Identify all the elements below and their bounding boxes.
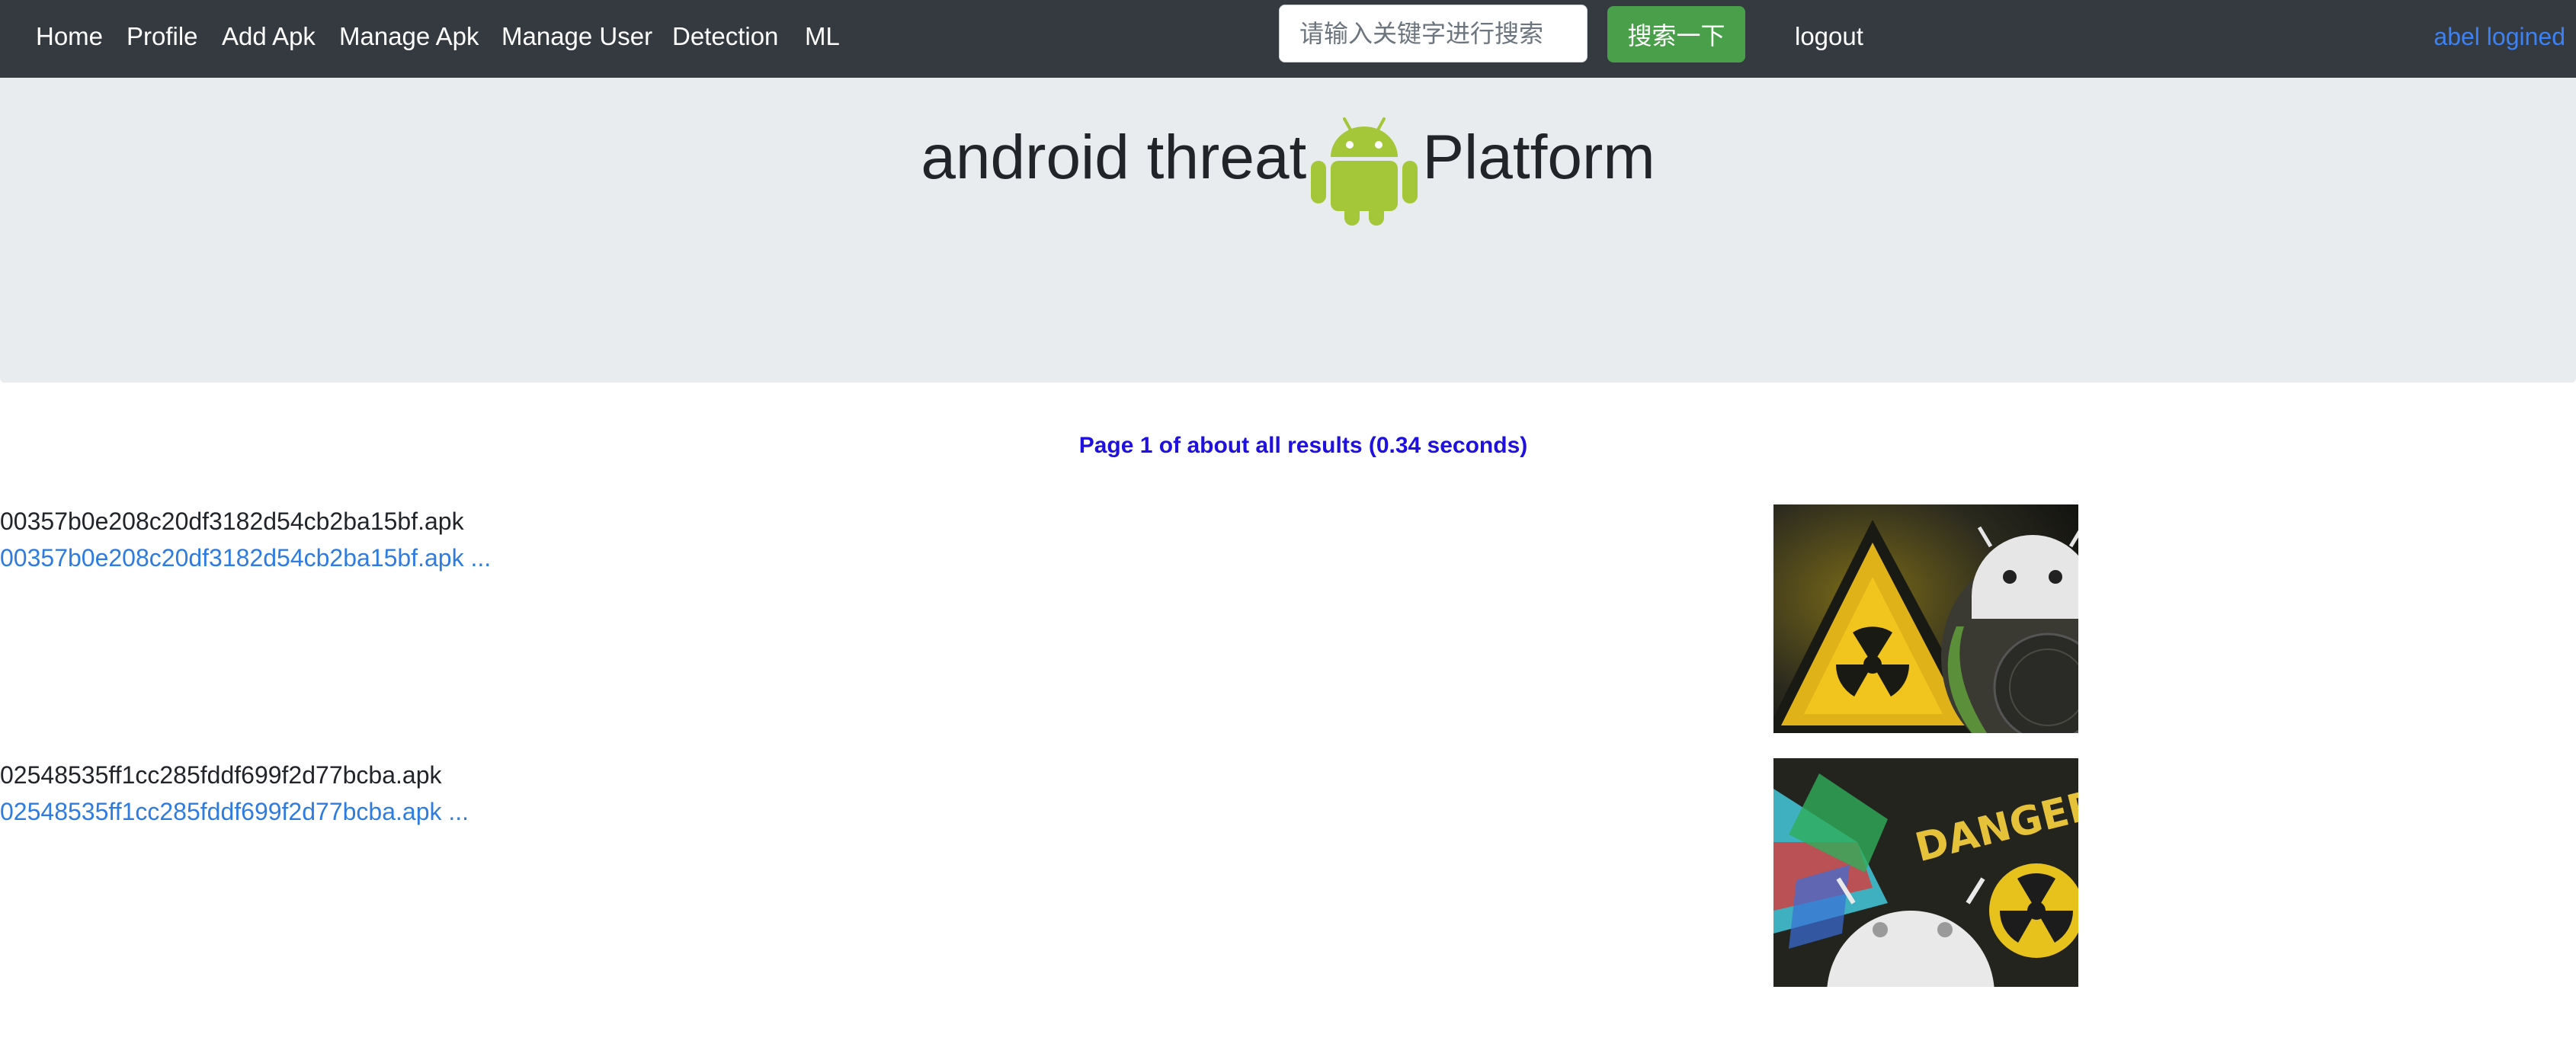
result-title: 00357b0e208c20df3182d54cb2ba15bf.apk — [0, 508, 464, 535]
logout-link[interactable]: logout — [1795, 21, 1863, 52]
result-thumbnail — [1773, 504, 2078, 733]
nav-home[interactable]: Home — [36, 21, 103, 52]
radiation-warning-image — [1773, 504, 2078, 733]
nav-add-apk[interactable]: Add Apk — [222, 21, 316, 52]
nav-detection[interactable]: Detection — [672, 21, 778, 52]
danger-android-image: DANGER — [1773, 758, 2078, 987]
android-robot-icon — [1311, 117, 1418, 226]
title-left: android threat — [921, 123, 1307, 192]
nav-ml[interactable]: ML — [805, 21, 840, 52]
title-right: Platform — [1422, 123, 1655, 192]
result-thumbnail: DANGER — [1773, 758, 2078, 987]
user-status-link[interactable]: abel logined — [2433, 21, 2565, 52]
nav-profile[interactable]: Profile — [127, 21, 198, 52]
nav-manage-apk[interactable]: Manage Apk — [339, 21, 479, 52]
nav-manage-user[interactable]: Manage User — [501, 21, 652, 52]
result-link[interactable]: 02548535ff1cc285fddf699f2d77bcba.apk ... — [0, 796, 469, 827]
search-button[interactable]: 搜索一下 — [1607, 6, 1745, 62]
search-input[interactable] — [1279, 5, 1588, 62]
result-link[interactable]: 00357b0e208c20df3182d54cb2ba15bf.apk ... — [0, 543, 491, 573]
page-title: android threat Platform — [0, 101, 2576, 226]
result-title: 02548535ff1cc285fddf699f2d77bcba.apk — [0, 761, 442, 789]
results-info: Page 1 of about all results (0.34 second… — [1078, 433, 1528, 458]
navbar: Home Profile Add Apk Manage Apk Manage U… — [0, 0, 2576, 78]
